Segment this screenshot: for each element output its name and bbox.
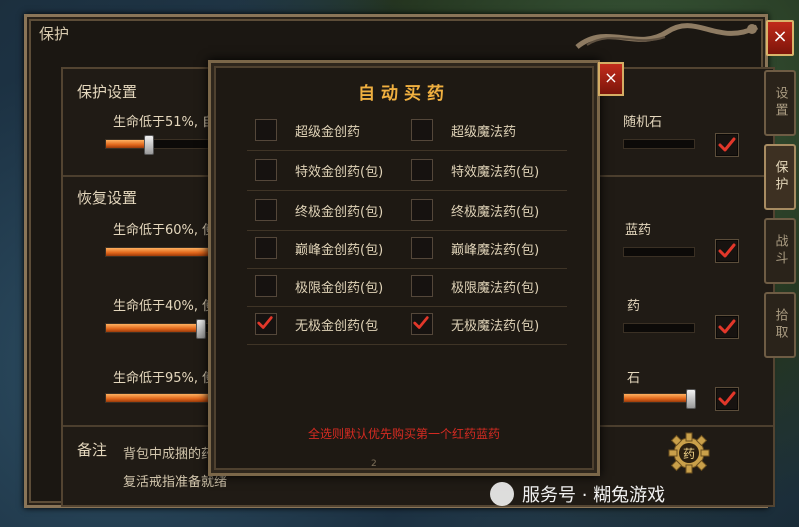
potion-option[interactable]: 终极魔法药(包) [411,199,539,221]
potion-checkbox[interactable] [255,199,277,221]
potion-option[interactable]: 巅峰魔法药(包) [411,237,539,259]
potion-checkbox[interactable] [255,237,277,259]
checkmark-icon [257,316,273,329]
potion-checkbox[interactable] [411,313,433,335]
tab-pickup[interactable]: 拾取 [764,292,796,358]
recover-checkbox-1[interactable] [715,239,739,263]
recover-row-3-right-text: 石 [627,371,641,386]
dragon-ornament-icon [575,23,759,49]
slider-knob[interactable] [686,389,696,409]
gear-icon[interactable]: 药 [668,432,710,474]
watermark-text: 服务号 · 糊兔游戏 [522,485,666,506]
potion-row: 无极金创药(包 无极魔法药(包) [247,307,567,345]
tab-protect[interactable]: 保护 [764,144,796,210]
protect-slider-right [623,139,695,149]
checkmark-icon [413,316,429,329]
recover-row-1-right-text: 蓝药 [625,223,652,238]
checkmark-icon [718,137,736,152]
dialog-note: 全选则默认优先购买第一个红药蓝药 [307,427,500,441]
potion-label: 巅峰金创药(包) [295,242,384,258]
row-separator [247,190,567,191]
notes-label: 备注 [77,441,108,459]
watermark: 服务号 · 糊兔游戏 [490,478,790,510]
potion-checkbox[interactable] [411,119,433,141]
potion-option[interactable]: 终极金创药(包) [255,199,383,221]
potion-checkbox[interactable] [255,119,277,141]
recover-checkbox-2[interactable] [715,315,739,339]
potion-label: 巅峰魔法药(包) [451,242,540,258]
row-separator [247,344,567,345]
protect-row-right-text: 随机石 [623,115,663,130]
row-separator [247,150,567,151]
potion-row: 超级金创药 超级魔法药 [247,113,567,151]
gear-glyph: 药 [683,447,695,461]
potion-label: 特效魔法药(包) [451,164,540,180]
slider-fill [624,394,693,402]
window-close-button[interactable]: × [766,20,794,56]
slider-fill [106,324,200,332]
recover-section-label: 恢复设置 [77,189,138,207]
page-indicator: 2 [371,459,377,469]
potion-option[interactable]: 无极金创药(包 [255,313,378,335]
potion-row: 极限金创药(包) 极限魔法药(包) [247,269,567,307]
checkmark-icon [718,319,736,334]
potion-label: 无极魔法药(包) [451,318,540,334]
slider-fill [106,140,148,148]
recover-row-2-right-text: 药 [627,299,641,314]
potion-checkbox[interactable] [411,159,433,181]
potion-checkbox[interactable] [255,159,277,181]
potion-label: 特效金创药(包) [295,164,384,180]
recover-slider-2-right [623,323,695,333]
potion-option[interactable]: 超级魔法药 [411,119,516,141]
checkmark-icon [718,391,736,406]
dialog-title: 自动买药 [358,84,450,104]
potion-row: 巅峰金创药(包) 巅峰魔法药(包) [247,231,567,269]
protect-checkbox[interactable] [715,133,739,157]
slider-knob[interactable] [195,319,206,339]
recover-checkbox-3[interactable] [715,387,739,411]
window-title: 保护 [39,25,70,43]
potion-row: 终极金创药(包) 终极魔法药(包) [247,193,567,231]
potion-option[interactable]: 巅峰金创药(包) [255,237,383,259]
potion-label: 极限魔法药(包) [451,280,540,296]
recover-slider-3-right[interactable] [623,389,696,409]
potion-option[interactable]: 特效魔法药(包) [411,159,539,181]
potion-option[interactable]: 极限魔法药(包) [411,275,539,297]
potion-checkbox[interactable] [411,237,433,259]
protect-section-label: 保护设置 [77,83,138,101]
wechat-icon [490,482,514,506]
tab-settings[interactable]: 设置 [764,70,796,136]
tab-combat[interactable]: 战斗 [764,218,796,284]
potion-label: 终极金创药(包) [295,204,384,220]
potion-option[interactable]: 特效金创药(包) [255,159,383,181]
dialog-close-button[interactable]: × [598,62,624,96]
potion-checkbox[interactable] [255,313,277,335]
potion-checkbox[interactable] [411,199,433,221]
checkmark-icon [718,243,736,258]
potion-option[interactable]: 超级金创药 [255,119,360,141]
potion-checkbox[interactable] [255,275,277,297]
auto-buy-potion-dialog: 自动买药 超级金创药 超级魔法药 特效金创药(包) 特效魔法药(包) 终极金创药(包) 终… [208,60,600,476]
potion-label: 超级魔法药 [451,124,517,140]
slider-knob[interactable] [143,135,154,155]
potion-label: 极限金创药(包) [295,280,384,296]
potion-row: 特效金创药(包) 特效魔法药(包) [247,153,567,191]
potion-option[interactable]: 极限金创药(包) [255,275,383,297]
potion-label: 无极金创药(包 [295,318,379,334]
potion-checkbox[interactable] [411,275,433,297]
potion-label: 超级金创药 [295,124,361,140]
recover-slider-1-right [623,247,695,257]
potion-option[interactable]: 无极魔法药(包) [411,313,539,335]
potion-label: 终极魔法药(包) [451,204,540,220]
